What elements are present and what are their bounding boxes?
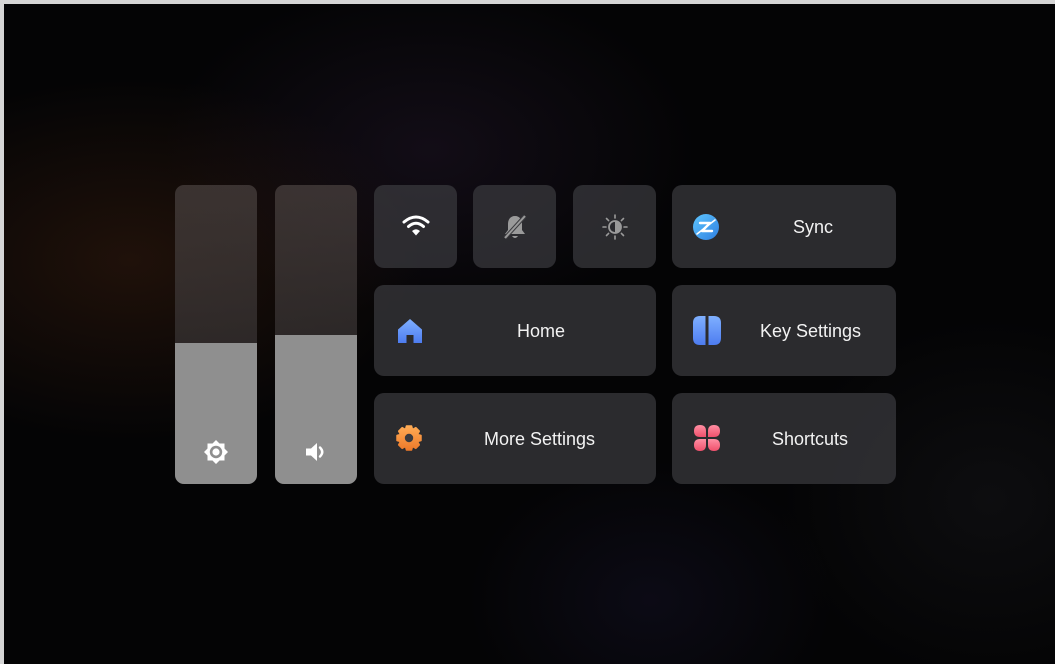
brightness-slider[interactable] bbox=[175, 185, 257, 484]
shortcuts-icon bbox=[693, 424, 721, 452]
mute-toggle[interactable] bbox=[473, 185, 556, 268]
more-settings-tile[interactable]: More Settings bbox=[374, 393, 656, 484]
sync-label: Sync bbox=[793, 217, 834, 237]
shortcuts-tile[interactable]: Shortcuts bbox=[672, 393, 896, 484]
volume-icon bbox=[302, 438, 330, 466]
key-settings-tile[interactable]: Key Settings bbox=[672, 285, 896, 376]
key-settings-label: Key Settings bbox=[760, 321, 862, 341]
gear-icon bbox=[395, 424, 423, 452]
mute-bell-icon bbox=[500, 212, 529, 241]
shortcuts-label: Shortcuts bbox=[772, 429, 849, 449]
home-tile[interactable]: Home bbox=[374, 285, 656, 376]
auto-brightness-toggle[interactable] bbox=[573, 185, 656, 268]
wifi-icon bbox=[400, 212, 431, 240]
key-settings-icon bbox=[692, 315, 722, 346]
sync-tile[interactable]: Sync bbox=[672, 185, 896, 268]
more-settings-label: More Settings bbox=[484, 429, 596, 449]
wifi-toggle[interactable] bbox=[374, 185, 457, 268]
auto-brightness-icon bbox=[600, 212, 629, 241]
brightness-icon bbox=[202, 438, 230, 466]
volume-slider[interactable] bbox=[275, 185, 357, 484]
home-label: Home bbox=[517, 321, 566, 341]
home-icon bbox=[395, 316, 425, 346]
sync-icon bbox=[691, 212, 720, 241]
